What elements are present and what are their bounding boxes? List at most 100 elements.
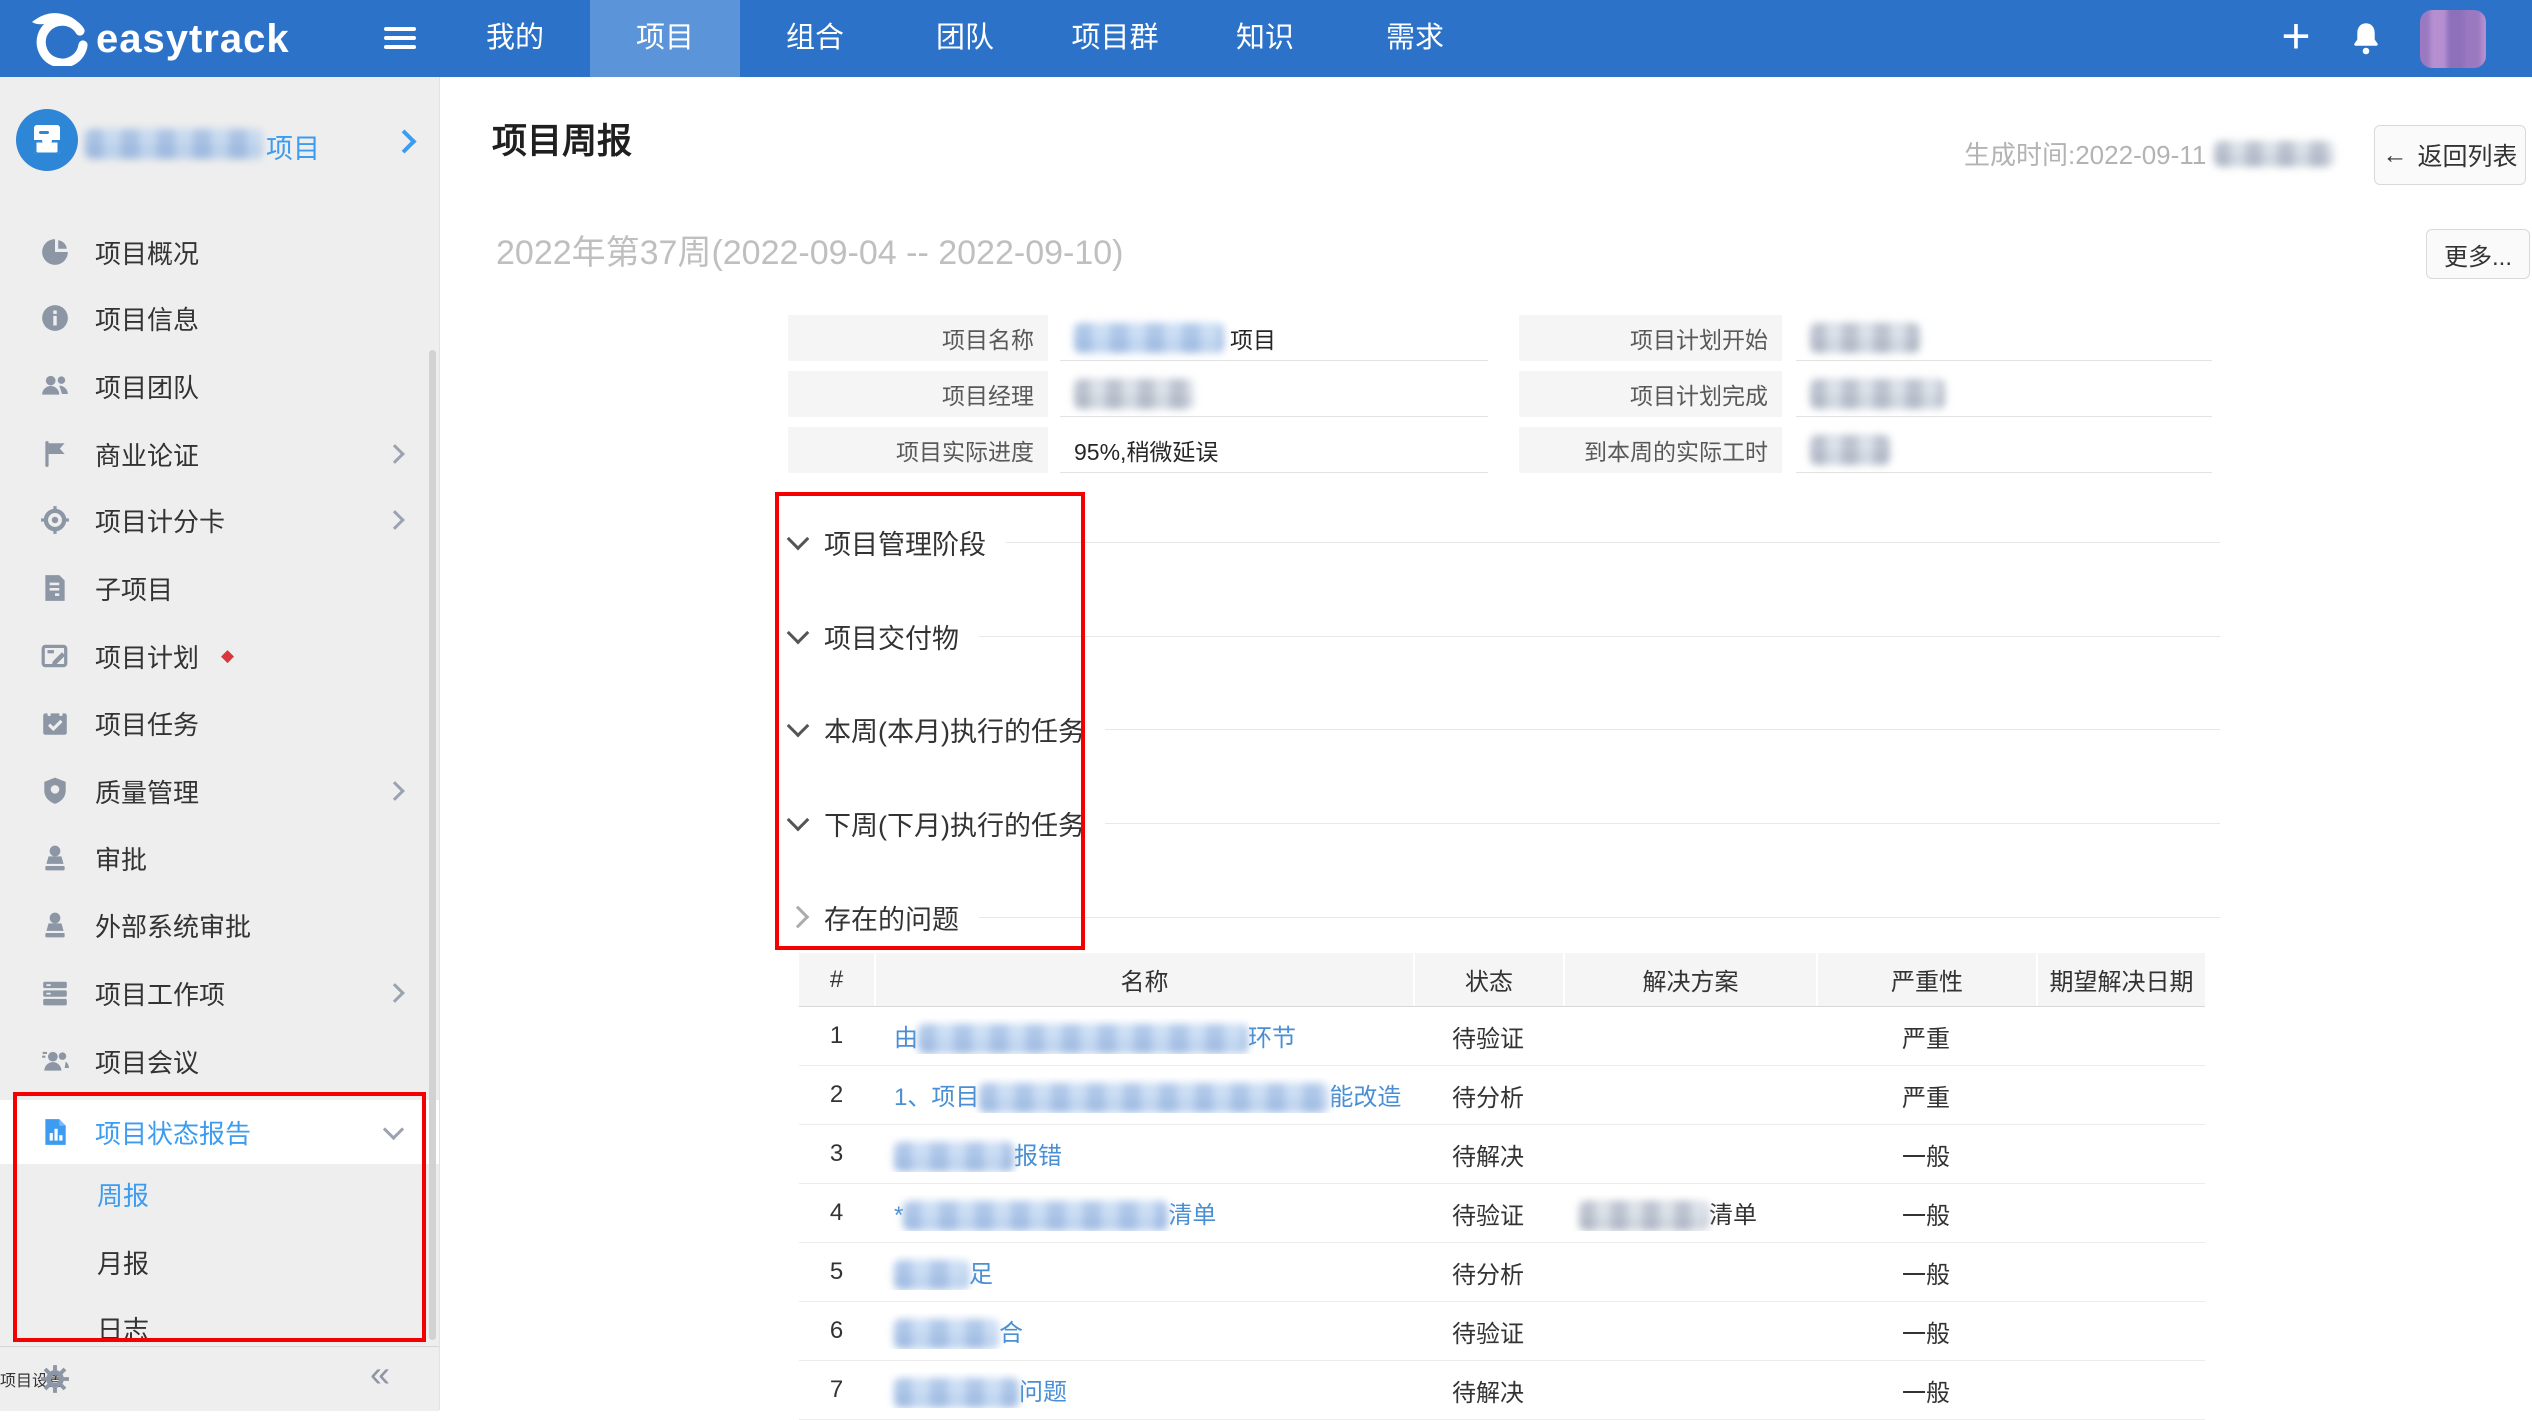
issue-name-redacted bbox=[894, 1260, 969, 1290]
section-existing-issues[interactable]: 存在的问题 bbox=[790, 897, 2220, 937]
issue-name-redacted bbox=[894, 1142, 1014, 1172]
chevron-down-icon bbox=[787, 622, 810, 645]
sidebar-item-approval[interactable]: 审批 bbox=[0, 829, 439, 887]
weekly-report-panel: 项目周报 生成时间:2022-09-11 ← 返回列表 2022年第37周(20… bbox=[440, 77, 2532, 1410]
issue-severity: 一般 bbox=[1816, 1137, 2036, 1172]
sidebar-subitem-monthly[interactable]: 月报 bbox=[0, 1236, 439, 1288]
alert-diamond-badge: ◆ bbox=[221, 646, 234, 666]
sidebar-scrollbar[interactable] bbox=[429, 350, 436, 1340]
project-avatar-icon bbox=[16, 109, 78, 176]
notifications-bell-icon[interactable] bbox=[2348, 20, 2384, 63]
sidebar-item-quality[interactable]: 质量管理 bbox=[0, 762, 439, 820]
solution-redacted bbox=[1579, 1201, 1709, 1231]
easytrack-logo[interactable]: easytrack bbox=[18, 8, 290, 71]
field-label-actual-hours: 到本周的实际工时 bbox=[1519, 427, 1782, 473]
table-row: 1 由环节 待验证 严重 bbox=[799, 1007, 2205, 1066]
expand-chevron-icon bbox=[385, 983, 405, 1003]
stamp-icon bbox=[40, 843, 70, 873]
primary-nav-tabs: 我的 项目 组合 团队 项目群 知识 需求 bbox=[440, 0, 1490, 77]
document-icon bbox=[40, 573, 70, 603]
sidebar-item-subprojects[interactable]: 子项目 bbox=[0, 559, 439, 617]
info-icon bbox=[40, 303, 70, 333]
issue-severity: 严重 bbox=[1816, 1019, 2036, 1054]
sidebar-item-tasks[interactable]: 项目任务 bbox=[0, 694, 439, 752]
table-row: 2 1、项目能改造 待分析 严重 bbox=[799, 1066, 2205, 1125]
issue-number: 5 bbox=[799, 1258, 874, 1286]
field-label-project-manager: 项目经理 bbox=[788, 371, 1048, 417]
issue-name-redacted bbox=[903, 1201, 1168, 1231]
logo-text: easytrack bbox=[96, 17, 290, 62]
flag-icon bbox=[40, 439, 70, 469]
tab-portfolio[interactable]: 组合 bbox=[740, 0, 890, 77]
tab-team[interactable]: 团队 bbox=[890, 0, 1040, 77]
field-value-plan-start bbox=[1796, 315, 2212, 361]
issue-number: 4 bbox=[799, 1199, 874, 1227]
tab-program[interactable]: 项目群 bbox=[1040, 0, 1190, 77]
issue-name-link[interactable]: 由环节 bbox=[874, 1018, 1413, 1055]
tab-my[interactable]: 我的 bbox=[440, 0, 590, 77]
issue-status: 待验证 bbox=[1413, 1019, 1563, 1054]
sidebar-item-meetings[interactable]: 项目会议 bbox=[0, 1032, 439, 1090]
table-row: 5 足 待分析 一般 bbox=[799, 1243, 2205, 1302]
tab-knowledge[interactable]: 知识 bbox=[1190, 0, 1340, 77]
col-header-status: 状态 bbox=[1413, 953, 1563, 1006]
col-header-index: # bbox=[799, 953, 874, 1006]
section-divider bbox=[1105, 823, 2220, 824]
issue-name-link[interactable]: 1、项目能改造 bbox=[874, 1077, 1413, 1114]
issue-number: 3 bbox=[799, 1140, 874, 1168]
sidebar-item-business-case[interactable]: 商业论证 bbox=[0, 425, 439, 483]
sidebar-item-scorecard[interactable]: 项目计分卡 bbox=[0, 491, 439, 549]
plan-start-redacted bbox=[1810, 323, 1920, 353]
section-next-week-tasks[interactable]: 下周(下月)执行的任务 bbox=[790, 803, 2220, 843]
issue-status: 待解决 bbox=[1413, 1373, 1563, 1408]
list-stack-icon bbox=[40, 978, 70, 1008]
actual-hours-redacted bbox=[1810, 435, 1890, 465]
tab-project[interactable]: 项目 bbox=[590, 0, 740, 77]
target-icon bbox=[40, 505, 70, 535]
project-switcher[interactable]: 项目 bbox=[0, 107, 439, 181]
create-plus-button[interactable]: + bbox=[2266, 0, 2326, 77]
chevron-down-icon bbox=[787, 528, 810, 551]
generated-time: 生成时间:2022-09-11 bbox=[1964, 135, 2334, 172]
field-label-plan-finish: 项目计划完成 bbox=[1519, 371, 1782, 417]
col-header-severity: 严重性 bbox=[1816, 953, 2036, 1006]
issue-name-redacted bbox=[894, 1378, 1019, 1408]
expand-chevron-icon bbox=[385, 444, 405, 464]
issue-name-link[interactable]: *清单 bbox=[874, 1195, 1413, 1232]
sidebar-item-team[interactable]: 项目团队 bbox=[0, 357, 439, 415]
sidebar-item-status-report[interactable]: 项目状态报告 bbox=[0, 1100, 439, 1164]
tab-demand[interactable]: 需求 bbox=[1340, 0, 1490, 77]
report-week-title: 2022年第37周(2022-09-04 -- 2022-09-10) bbox=[496, 225, 1123, 274]
back-to-list-button[interactable]: ← 返回列表 bbox=[2374, 125, 2526, 185]
field-label-actual-progress: 项目实际进度 bbox=[788, 427, 1048, 473]
section-divider bbox=[1006, 542, 2220, 543]
section-management-phase[interactable]: 项目管理阶段 bbox=[790, 522, 2220, 562]
sidebar-subitem-weekly[interactable]: 周报 bbox=[0, 1168, 439, 1220]
task-check-icon bbox=[40, 708, 70, 738]
project-switch-chevron-icon[interactable] bbox=[392, 129, 416, 153]
issue-number: 7 bbox=[799, 1376, 874, 1404]
team-icon bbox=[40, 371, 70, 401]
table-row: 4 *清单 待验证 清单 一般 bbox=[799, 1184, 2205, 1243]
table-row: 3 报错 待解决 一般 bbox=[799, 1125, 2205, 1184]
issue-name-link[interactable]: 问题 bbox=[874, 1372, 1413, 1409]
sidebar-item-overview[interactable]: 项目概况 bbox=[0, 223, 439, 281]
hamburger-menu-icon[interactable] bbox=[384, 22, 416, 54]
section-deliverables[interactable]: 项目交付物 bbox=[790, 616, 2220, 656]
collapse-sidebar-icon[interactable]: « bbox=[370, 1353, 390, 1395]
issue-name-link[interactable]: 报错 bbox=[874, 1136, 1413, 1173]
stamp-icon bbox=[40, 910, 70, 940]
col-header-solution: 解决方案 bbox=[1563, 953, 1816, 1006]
field-value-project-name: 项目 bbox=[1060, 315, 1488, 361]
user-avatar[interactable] bbox=[2420, 10, 2486, 68]
sidebar-item-external-approval[interactable]: 外部系统审批 bbox=[0, 896, 439, 954]
section-this-week-tasks[interactable]: 本周(本月)执行的任务 bbox=[790, 709, 2220, 749]
issue-name-link[interactable]: 足 bbox=[874, 1254, 1413, 1291]
sidebar-item-plan[interactable]: 项目计划 ◆ bbox=[0, 627, 439, 685]
sidebar-item-info[interactable]: 项目信息 bbox=[0, 289, 439, 347]
chevron-down-icon bbox=[787, 715, 810, 738]
more-button[interactable]: 更多... bbox=[2426, 229, 2530, 279]
sidebar-item-work-items[interactable]: 项目工作项 bbox=[0, 964, 439, 1022]
issue-name-link[interactable]: 合 bbox=[874, 1313, 1413, 1350]
sidebar-item-settings[interactable]: 项目设置 « bbox=[0, 1346, 439, 1411]
